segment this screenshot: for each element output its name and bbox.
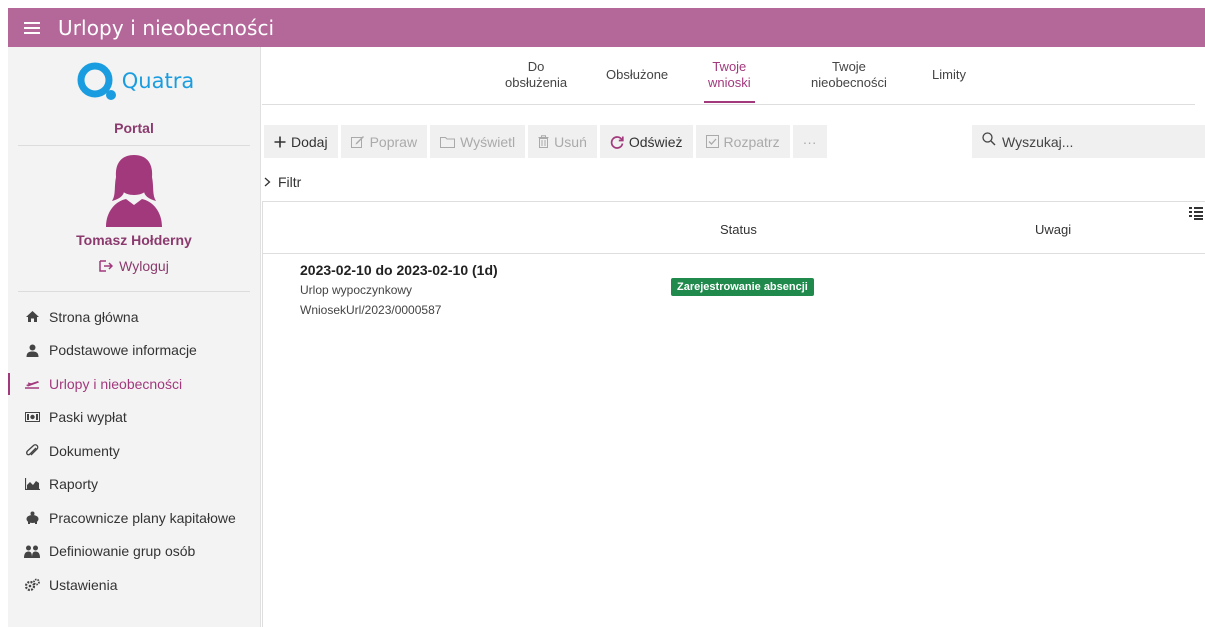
sidebar-divider (18, 291, 250, 292)
table-row[interactable]: 2023-02-10 do 2023-02-10 (1d) Urlop wypo… (263, 254, 1205, 324)
quatra-logo-icon (74, 56, 120, 102)
sidebar-item-dokumenty[interactable]: Dokumenty (8, 434, 260, 468)
tab-limity[interactable]: Limity (932, 67, 966, 83)
search-input[interactable] (1002, 133, 1192, 150)
hamburger-menu-icon[interactable] (8, 21, 56, 34)
group-icon (24, 544, 40, 558)
sidebar-item-label: Paski wypłat (49, 409, 127, 426)
sidebar: Quatra Portal Tomasz Hołderny Wyloguj St… (8, 47, 261, 627)
edit-icon (350, 135, 365, 148)
status-badge: Zarejestrowanie absencji (671, 278, 814, 296)
user-name: Tomasz Hołderny (76, 232, 192, 248)
column-header-status[interactable]: Status (720, 222, 757, 237)
search-icon (982, 132, 996, 151)
more-icon: ··· (802, 133, 817, 150)
logo[interactable]: Quatra (8, 47, 260, 110)
search-box[interactable] (972, 125, 1205, 158)
sidebar-item-raporty[interactable]: Raporty (8, 468, 260, 502)
user-icon (24, 343, 40, 357)
sidebar-item-label: Urlopy i nieobecności (49, 375, 183, 392)
logout-link[interactable]: Wyloguj (8, 258, 260, 274)
view-button[interactable]: Wyświetl (430, 125, 526, 158)
avatar-icon (106, 155, 162, 227)
plane-icon (24, 377, 40, 391)
tab-do-obsluzenia[interactable]: Do obsłużenia (505, 59, 567, 91)
logout-label: Wyloguj (119, 258, 169, 274)
sidebar-item-label: Pracownicze plany kapitałowe (49, 509, 236, 526)
chevron-right-icon (264, 174, 271, 190)
checkbox-icon (705, 135, 719, 148)
tab-obsluzone[interactable]: Obsłużone (606, 67, 668, 83)
sidebar-item-paski-wyplat[interactable]: Paski wypłat (8, 401, 260, 435)
home-icon (24, 310, 40, 324)
tab-bar: Do obsłużenia Obsłużone Twoje wnioski Tw… (262, 47, 1205, 105)
sidebar-item-label: Strona główna (49, 308, 139, 325)
sidebar-item-label: Dokumenty (49, 442, 120, 459)
grid-header: Status Uwagi (263, 202, 1205, 254)
filter-label: Filtr (278, 174, 302, 190)
review-button[interactable]: Rozpatrz (695, 125, 790, 158)
sidebar-item-ustawienia[interactable]: Ustawienia (8, 568, 260, 602)
request-type: Urlop wypoczynkowy (300, 283, 413, 297)
sidebar-item-label: Raporty (49, 476, 99, 493)
sidebar-item-podstawowe-informacje[interactable]: Podstawowe informacje (8, 334, 260, 368)
sidebar-item-label: Ustawienia (49, 576, 118, 593)
folder-icon (440, 136, 456, 148)
app-title: Urlopy i nieobecności (58, 15, 275, 40)
column-settings-icon[interactable] (1189, 206, 1203, 223)
gears-icon (24, 578, 40, 592)
logo-text: Quatra (121, 68, 195, 93)
portal-label: Portal (18, 110, 250, 146)
sidebar-nav: Strona główna Podstawowe informacje Urlo… (8, 300, 260, 602)
tab-twoje-wnioski[interactable]: Twoje wnioski (704, 59, 755, 103)
piggy-bank-icon (24, 511, 40, 525)
delete-button[interactable]: Usuń (528, 125, 597, 158)
add-button[interactable]: Dodaj (264, 125, 338, 158)
paperclip-icon (24, 443, 40, 458)
top-bar: Urlopy i nieobecności (8, 8, 1205, 47)
request-number: WniosekUrl/2023/0000587 (300, 303, 442, 317)
plus-icon (274, 136, 286, 148)
sidebar-item-label: Podstawowe informacje (49, 342, 197, 359)
avatar (8, 153, 260, 227)
refresh-button[interactable]: Odśwież (599, 125, 693, 158)
filter-toggle[interactable]: Filtr (264, 174, 301, 190)
logout-icon (99, 260, 114, 272)
chart-icon (24, 477, 40, 491)
sidebar-item-label: Definiowanie grup osób (49, 543, 196, 560)
sidebar-item-grupy-osob[interactable]: Definiowanie grup osób (8, 535, 260, 569)
toolbar: Dodaj Popraw Wyświetl Usuń Odśwież Rozpa… (264, 125, 830, 158)
tab-twoje-nieobecnosci[interactable]: Twoje nieobecności (811, 59, 887, 91)
sidebar-item-strona-glowna[interactable]: Strona główna (8, 300, 260, 334)
tab-divider (262, 104, 1195, 105)
column-header-notes[interactable]: Uwagi (1035, 222, 1071, 237)
trash-icon (538, 135, 549, 148)
request-dates: 2023-02-10 do 2023-02-10 (1d) (300, 262, 498, 278)
money-icon (24, 410, 40, 424)
edit-button[interactable]: Popraw (340, 125, 428, 158)
refresh-icon (610, 135, 624, 149)
sidebar-item-ppk[interactable]: Pracownicze plany kapitałowe (8, 501, 260, 535)
requests-grid: Status Uwagi 2023-02-10 do 2023-02-10 (1… (262, 201, 1205, 627)
more-button[interactable]: ··· (792, 125, 827, 158)
sidebar-item-urlopy[interactable]: Urlopy i nieobecności (8, 367, 260, 401)
